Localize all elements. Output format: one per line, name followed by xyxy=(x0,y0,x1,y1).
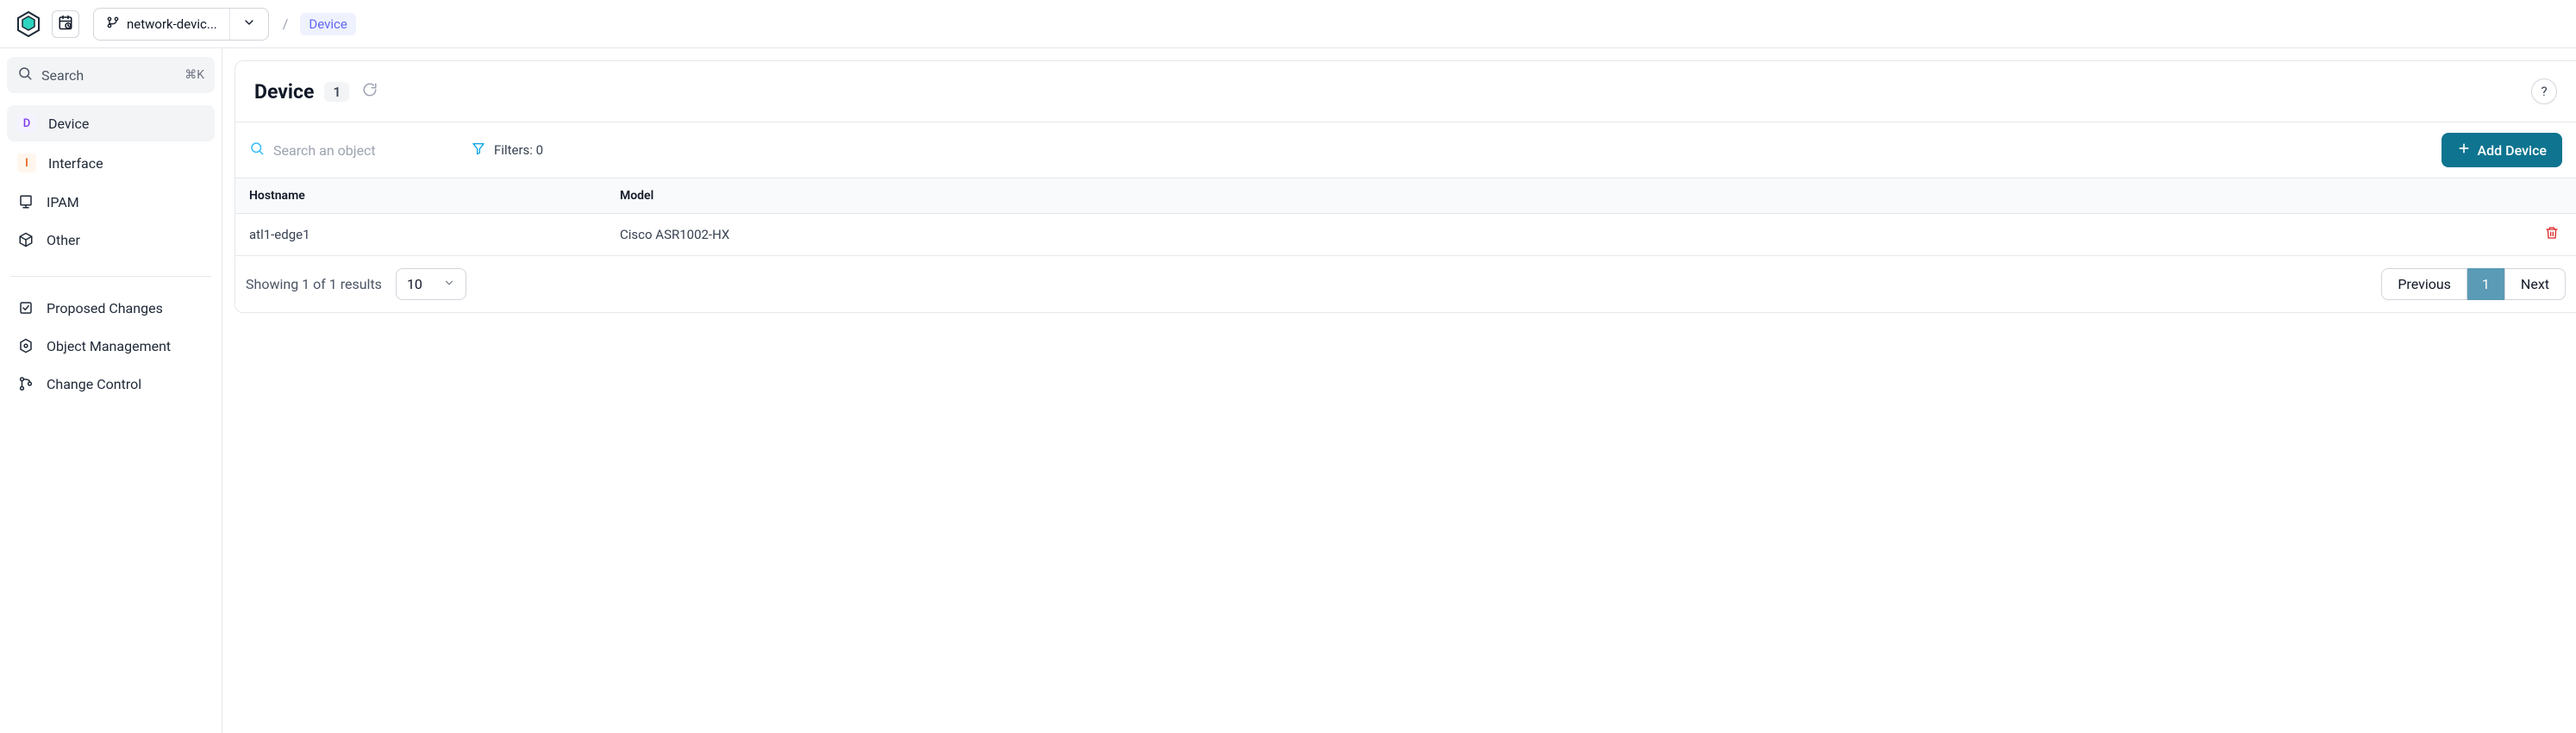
branch-picker-dropdown[interactable] xyxy=(230,9,268,40)
cell-model: Cisco ASR1002-HX xyxy=(620,227,2545,242)
branch-picker-main[interactable]: network-devic... xyxy=(94,9,230,40)
sidebar-item-interface[interactable]: I Interface xyxy=(7,145,215,181)
ipam-icon xyxy=(17,193,34,210)
device-icon: D xyxy=(17,114,36,133)
page-title: Device xyxy=(254,80,314,103)
global-search[interactable]: Search ⌘K xyxy=(7,57,215,93)
sidebar-item-label: Device xyxy=(48,116,89,132)
interface-icon: I xyxy=(17,153,36,172)
refresh-icon xyxy=(362,82,378,101)
page-size-select[interactable]: 10 xyxy=(396,268,466,300)
sidebar-item-label: Other xyxy=(47,232,80,248)
sidebar-item-object-management[interactable]: Object Management xyxy=(7,329,215,363)
sidebar-item-label: Proposed Changes xyxy=(47,300,163,316)
search-icon xyxy=(17,66,33,85)
search-icon xyxy=(249,141,265,160)
sidebar-item-ipam[interactable]: IPAM xyxy=(7,185,215,219)
branch-picker: network-devic... xyxy=(93,8,269,41)
sidebar-item-label: IPAM xyxy=(47,194,79,210)
sidebar-item-label: Change Control xyxy=(47,376,141,392)
main-content: Device 1 ? xyxy=(222,48,2576,733)
search-label: Search xyxy=(41,67,176,84)
change-control-icon xyxy=(17,375,34,392)
breadcrumb-current[interactable]: Device xyxy=(300,13,355,35)
column-header-model[interactable]: Model xyxy=(620,189,2562,203)
plus-icon xyxy=(2457,141,2471,159)
table-header: Hostname Model xyxy=(235,179,2576,214)
app-logo-icon[interactable] xyxy=(16,11,41,37)
table-footer: Showing 1 of 1 results 10 Previous 1 Nex… xyxy=(235,256,2576,312)
sidebar: Search ⌘K D Device I Interface xyxy=(0,48,222,733)
results-text: Showing 1 of 1 results xyxy=(246,276,382,292)
count-badge: 1 xyxy=(324,82,349,102)
filter-icon xyxy=(472,141,485,159)
breadcrumb-separator: / xyxy=(283,16,289,32)
branch-name: network-devic... xyxy=(127,16,217,32)
current-page-button[interactable]: 1 xyxy=(2467,268,2504,300)
object-management-icon xyxy=(17,337,34,354)
sidebar-item-other[interactable]: Other xyxy=(7,222,215,257)
git-branch-icon xyxy=(106,16,120,33)
add-device-button[interactable]: Add Device xyxy=(2442,133,2562,167)
search-shortcut: ⌘K xyxy=(184,68,204,82)
cube-icon xyxy=(17,231,34,248)
sidebar-item-change-control[interactable]: Change Control xyxy=(7,366,215,401)
breadcrumb: / Device xyxy=(283,13,356,35)
sidebar-item-device[interactable]: D Device xyxy=(7,105,215,141)
previous-page-button[interactable]: Previous xyxy=(2381,268,2467,300)
topbar: network-devic... / Device xyxy=(0,0,2576,48)
sidebar-group-lower: Proposed Changes Object Management xyxy=(7,291,215,413)
chevron-down-icon xyxy=(242,16,256,33)
panel-header: Device 1 ? xyxy=(235,61,2576,122)
sidebar-group-main: D Device I Interface IPAM xyxy=(7,105,215,269)
object-search[interactable] xyxy=(249,141,456,160)
toolbar: Filters: 0 Add Device xyxy=(235,122,2576,179)
help-button[interactable]: ? xyxy=(2531,78,2557,104)
logo-group xyxy=(16,10,79,38)
object-search-input[interactable] xyxy=(273,142,456,159)
sidebar-item-label: Object Management xyxy=(47,338,171,354)
proposed-changes-icon xyxy=(17,299,34,316)
cell-hostname: atl1-edge1 xyxy=(249,227,620,242)
page-size-value: 10 xyxy=(407,276,422,292)
next-page-button[interactable]: Next xyxy=(2504,268,2566,300)
calendar-clock-icon xyxy=(58,15,73,34)
add-button-label: Add Device xyxy=(2478,142,2547,159)
sidebar-divider xyxy=(10,276,211,277)
table-row[interactable]: atl1-edge1 Cisco ASR1002-HX xyxy=(235,214,2576,256)
filters-button[interactable]: Filters: 0 xyxy=(472,141,543,159)
refresh-button[interactable] xyxy=(360,81,380,102)
pagination: Previous 1 Next xyxy=(2381,268,2566,300)
content-panel: Device 1 ? xyxy=(234,60,2576,313)
trash-icon xyxy=(2545,228,2559,243)
calendar-button[interactable] xyxy=(52,10,79,38)
filters-label: Filters: 0 xyxy=(494,142,543,158)
delete-row-button[interactable] xyxy=(2545,226,2562,243)
sidebar-item-label: Interface xyxy=(48,155,103,172)
sidebar-item-proposed-changes[interactable]: Proposed Changes xyxy=(7,291,215,325)
column-header-hostname[interactable]: Hostname xyxy=(249,189,620,203)
chevron-down-icon xyxy=(443,276,455,292)
